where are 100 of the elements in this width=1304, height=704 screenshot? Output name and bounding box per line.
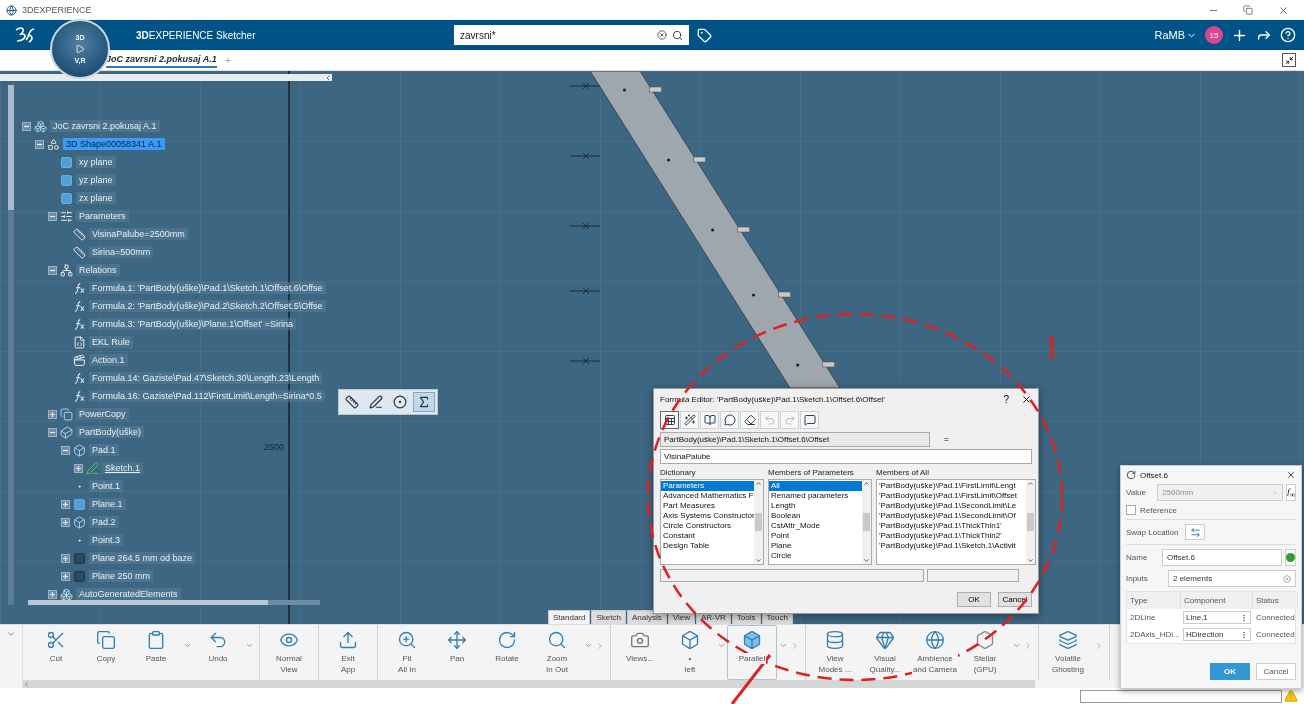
list-item[interactable]: Constant — [661, 531, 754, 541]
collapse-icon[interactable] — [61, 445, 70, 455]
collapse-icon[interactable] — [48, 427, 57, 437]
tree-item[interactable]: Plane 264.5 mm od baze — [89, 552, 196, 564]
toolbar-tab[interactable]: Analysis — [626, 610, 667, 624]
expand-icon[interactable] — [48, 409, 57, 419]
toolbar-tab[interactable]: Standard — [548, 610, 591, 624]
list-item[interactable]: Advanced Mathematics F — [661, 491, 754, 501]
collapse-icon[interactable] — [48, 211, 57, 221]
tree-item[interactable]: Point.3 — [89, 534, 124, 546]
command-field[interactable] — [1080, 689, 1282, 703]
list-item[interactable]: 'PartBody(uške)\Pad.1\SecondLimit\Of — [877, 511, 1026, 521]
toolbar-button[interactable]: Normal View — [264, 625, 314, 680]
warning-icon[interactable] — [1284, 689, 1298, 703]
toolbar-button[interactable]: Views... — [615, 625, 665, 680]
parameter-field[interactable]: PartBody(uške)\Pad.1\Sketch.1\Offset.6\Offset — [660, 432, 930, 447]
list-item[interactable]: Circle — [769, 551, 862, 561]
close-button[interactable] — [1021, 393, 1032, 405]
expand-icon[interactable] — [74, 463, 83, 473]
tree-item[interactable]: Sirina=500mm — [89, 246, 154, 258]
minimize-view-button[interactable] — [1282, 53, 1296, 67]
list-item[interactable]: Circle Constructors — [661, 521, 754, 531]
scroll-thumb[interactable] — [1027, 513, 1034, 531]
component-dropdown[interactable]: Line.1 — [1183, 611, 1251, 624]
list-item[interactable]: Renamed parameters — [769, 491, 862, 501]
toolbar-tab[interactable]: Sketch — [591, 610, 626, 624]
list-item[interactable]: 'PartBody(uške)\Pad.1\SecondLimit\Le — [877, 501, 1026, 511]
tree-item[interactable]: Action.1 — [89, 354, 128, 366]
tree-item[interactable]: Pad.1 — [89, 444, 119, 456]
scroll-down-icon[interactable] — [755, 557, 762, 564]
tree-item[interactable]: AutoGeneratedElements — [76, 588, 181, 600]
toolbar-button[interactable]: Paste — [131, 625, 181, 680]
collapse-icon[interactable] — [6, 629, 16, 639]
collapse-icon[interactable] — [22, 121, 31, 131]
context-tool-button[interactable] — [413, 392, 435, 412]
tree-item[interactable]: EKL Rule — [89, 336, 133, 348]
search-input[interactable]: zavrsni* — [460, 29, 652, 41]
tree-item[interactable]: Point.1 — [89, 480, 124, 492]
name-field[interactable]: Offset.6 — [1162, 549, 1282, 566]
list-item[interactable]: 'PartBody(uške)\Pad.1\Sketch.1\Activit — [877, 541, 1026, 551]
toolbar-button[interactable]: Rotate — [482, 625, 532, 680]
list-item[interactable]: Point — [769, 531, 862, 541]
toolbar-button[interactable]: Ambience and Camera — [910, 625, 960, 680]
collapse-icon[interactable] — [35, 139, 44, 149]
reference-checkbox[interactable]: Reference — [1126, 505, 1296, 515]
scroll-up-icon[interactable] — [863, 480, 870, 487]
toolbar-button[interactable]: Visual Quality... — [860, 625, 910, 680]
component-dropdown[interactable]: HDirection — [1183, 628, 1251, 641]
tree-item[interactable]: Formula.2: 'PartBody(uške)\Pad.2\Sketch.2\Offset.5\Offse — [89, 300, 326, 312]
scrollbar[interactable] — [28, 600, 320, 605]
tree-item[interactable]: VisinaPalube=2500mm — [89, 228, 188, 240]
more-icon[interactable] — [1240, 630, 1248, 639]
tag-button[interactable] — [697, 27, 712, 43]
toolbar-button[interactable]: Fit All In — [382, 625, 432, 680]
list-item[interactable]: Design Table — [661, 541, 754, 551]
scroll-thumb[interactable] — [755, 513, 762, 531]
toolbar-button[interactable]: Exit App — [323, 625, 373, 680]
status-button[interactable] — [1285, 549, 1296, 566]
scroll-up-icon[interactable] — [1027, 480, 1034, 487]
list-item[interactable]: 'PartBody(uške)\Pad.1\FirstLimit\Offset — [877, 491, 1026, 501]
toolbar-button[interactable]: Copy — [81, 625, 131, 680]
scrollbar[interactable] — [754, 480, 763, 564]
panel-button[interactable]: Cancel — [1256, 663, 1296, 680]
search-field[interactable]: zavrsni* — [454, 25, 689, 45]
toolbar-button[interactable]: Undo — [193, 625, 243, 680]
formula-button[interactable]: f$_{∞}$ — [1286, 484, 1296, 501]
formula-field[interactable]: VisinaPalube — [660, 449, 1032, 464]
tree-item[interactable]: 3D Shape00058341 A.1 — [63, 138, 165, 150]
scrollbar[interactable] — [1026, 480, 1035, 564]
tree-item[interactable]: Formula.1: 'PartBody(uške)\Pad.1\Sketch.1\Offset.6\Offse — [89, 282, 326, 294]
tree-item[interactable]: Formula.14: Gaziste\Pad.47\Sketch.30\Length.23\Length — [89, 372, 323, 384]
list-item[interactable]: Parameters — [661, 481, 754, 491]
scrollbar[interactable] — [862, 480, 871, 564]
toolbar-button[interactable]: View Modes ... — [810, 625, 860, 680]
list-item[interactable]: Plane — [769, 541, 862, 551]
tree-item[interactable]: yz plane — [76, 174, 116, 186]
clear-icon[interactable] — [657, 30, 667, 40]
tree-item[interactable]: Plane.1 — [89, 498, 126, 510]
scroll-down-icon[interactable] — [863, 557, 870, 564]
more-icon[interactable] — [1240, 613, 1248, 622]
help-button[interactable] — [1280, 27, 1296, 43]
scrollbar[interactable] — [23, 680, 1035, 688]
scrollbar[interactable] — [8, 85, 14, 605]
tree-item[interactable]: Formula.16: Gaziste\Pad.112\FirstLimit\Length=Sirina*0.5 — [89, 390, 325, 402]
list-item[interactable]: Length — [769, 501, 862, 511]
input-field[interactable] — [660, 569, 924, 582]
scroll-down-icon[interactable] — [1027, 557, 1034, 564]
toolbar-button[interactable]: Pan — [432, 625, 482, 680]
tree-item[interactable]: zx plane — [76, 192, 116, 204]
tree-item[interactable]: Parameters — [76, 210, 129, 222]
input-field[interactable] — [927, 569, 1019, 582]
tree-item[interactable]: PowerCopy — [76, 408, 129, 420]
expand-icon[interactable] — [61, 499, 70, 509]
list-item[interactable]: 'PartBody(uške)\Pad.1\ThickThin1' — [877, 521, 1026, 531]
scroll-left-icon[interactable] — [23, 680, 30, 688]
dialog-button[interactable]: Cancel — [998, 592, 1032, 607]
tree-item[interactable]: Pad.2 — [89, 516, 119, 528]
list-item[interactable]: All — [769, 481, 862, 491]
sketch-canvas[interactable] — [0, 71, 1304, 624]
list-item[interactable]: 'PartBody(uške)\Pad.1\ThickThin2' — [877, 531, 1026, 541]
